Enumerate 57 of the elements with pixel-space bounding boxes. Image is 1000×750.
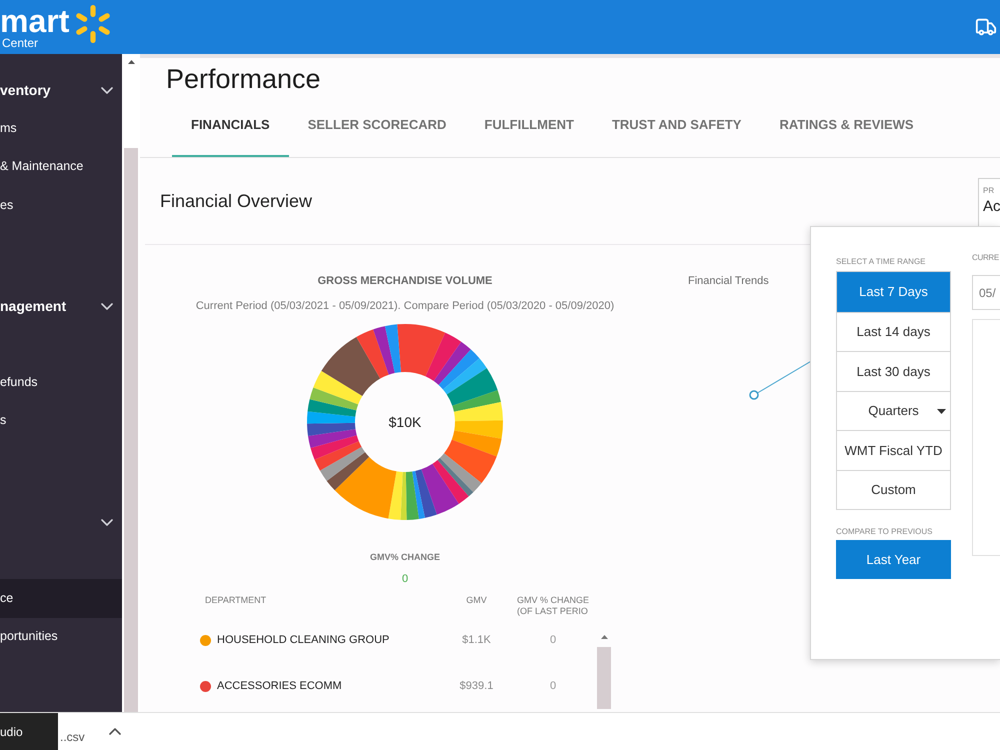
sidebar-item[interactable]: efunds: [0, 363, 122, 402]
chevron-down-icon: [101, 86, 113, 94]
sidebar-item[interactable]: ms: [0, 109, 122, 148]
sidebar-item[interactable]: es: [0, 186, 122, 224]
sidebar-item[interactable]: portunities: [0, 618, 122, 656]
sidebar-group-toggle[interactable]: ventory: [0, 71, 122, 109]
chart-title: Financial Trends: [688, 275, 770, 287]
department-name: HOUSEHOLD CLEANING GROUP: [217, 632, 390, 648]
field-label: PR: [983, 187, 996, 195]
chevron-down-icon: [101, 518, 113, 526]
chevron-up-icon[interactable]: [108, 728, 121, 735]
donut-slice: [434, 342, 471, 385]
download-file-name[interactable]: ..csv: [60, 728, 85, 746]
field-label: CURRE: [972, 253, 1000, 263]
page-title: Performance: [166, 66, 321, 92]
tab[interactable]: FINANCIALS: [172, 100, 289, 157]
chart-title: GROSS MERCHANDISE VOLUME: [318, 275, 492, 287]
tab[interactable]: RATINGS & REVIEWS: [760, 100, 933, 157]
truck-icon[interactable]: [975, 16, 997, 38]
gmv-change-cell-text: 0: [548, 678, 558, 694]
department-name: ACCESSORIES ECOMM: [217, 678, 342, 694]
tab[interactable]: TRUST AND SAFETY: [592, 100, 760, 157]
donut-center-value: $10K: [388, 415, 422, 429]
scroll-up-icon[interactable]: [128, 60, 134, 64]
field-label: SELECT A TIME RANGE: [836, 257, 927, 267]
sidebar-item[interactable]: s: [0, 402, 122, 440]
column-header: DEPARTMENT: [204, 595, 268, 606]
download-chip[interactable]: udio: [0, 713, 58, 750]
column-header: GMV % CHANGE (OF LAST PERIO: [517, 595, 590, 617]
tab[interactable]: SELLER SCORECARD: [288, 100, 466, 157]
sidebar-item[interactable]: ce: [0, 579, 122, 618]
data-point: [749, 390, 759, 400]
field-label: COMPARE TO PREVIOUS: [836, 527, 934, 537]
tab[interactable]: FULFILLMENT: [465, 100, 593, 157]
gmv-change-cell-text: 0: [548, 632, 558, 648]
column-header: GMV: [465, 595, 488, 606]
field-value: Ac: [983, 199, 1000, 214]
chart-subtitle: Current Period (05/03/2021 - 05/09/2021). Compare Period (05/03/2020 - 05/09/2020): [196, 300, 614, 312]
chevron-down-icon: [101, 302, 113, 310]
gmv-change-label: GMV% CHANGE: [370, 553, 440, 562]
sidebar-group-toggle[interactable]: nagement: [0, 287, 122, 325]
time-range-option[interactable]: Last 7 Days: [837, 272, 950, 312]
scrollbar-thumb[interactable]: [597, 647, 611, 709]
scrollbar-thumb[interactable]: [124, 148, 138, 712]
section-title: Financial Overview: [159, 192, 312, 210]
program-select[interactable]: PR Ac: [978, 178, 1000, 228]
logo-wordmark: mart: [0, 4, 70, 36]
gmv-value: $939.1: [458, 678, 494, 694]
date-input[interactable]: 05/: [972, 275, 1000, 310]
logo-subtitle: Center: [1, 36, 40, 50]
gmv-change-value: 0: [402, 574, 408, 585]
spark-logo-icon: [74, 4, 112, 44]
caret-down-icon: [937, 408, 946, 414]
compare-button[interactable]: Last Year: [836, 540, 951, 579]
sidebar-item[interactable]: & Maintenance: [0, 148, 122, 186]
scroll-up-icon[interactable]: [600, 635, 608, 639]
gmv-value: $1.1K: [461, 632, 492, 648]
